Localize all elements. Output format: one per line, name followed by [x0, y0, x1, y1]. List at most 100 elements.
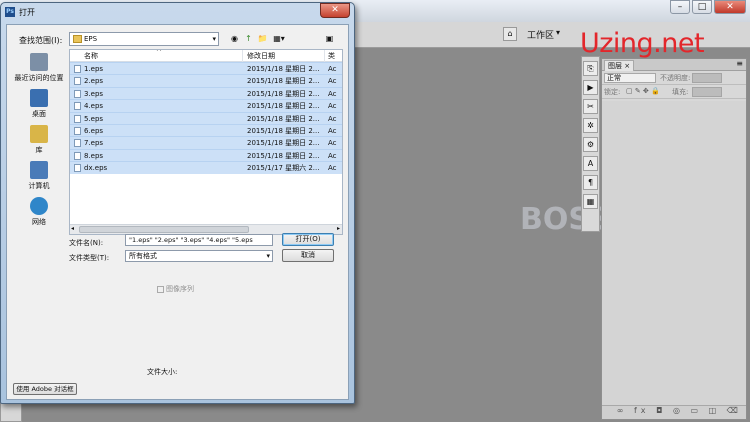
network-icon — [30, 197, 48, 215]
file-type: Ac — [328, 77, 337, 86]
maximize-button[interactable]: □ — [692, 0, 712, 14]
file-name: 6.eps — [84, 126, 104, 135]
layer-comps-icon[interactable]: ▦ — [583, 194, 598, 209]
lock-row: 锁定: ▢ ✎ ✥ 🔒 填充: — [602, 85, 746, 99]
cancel-button[interactable]: 取消 — [282, 249, 334, 262]
image-sequence-checkbox[interactable]: 图像序列 — [157, 284, 194, 294]
minimize-button[interactable]: – — [670, 0, 690, 14]
paragraph-icon[interactable]: ¶ — [583, 175, 598, 190]
new-folder-icon[interactable]: 📁 — [257, 33, 268, 44]
file-name: 5.eps — [84, 114, 104, 123]
column-date[interactable]: 修改日期 — [247, 51, 275, 61]
file-icon — [74, 164, 81, 173]
fill-input[interactable] — [692, 87, 722, 97]
chevron-down-icon[interactable]: ▾ — [556, 28, 560, 37]
file-row[interactable]: 3.eps 2015/1/18 星期日 2... Ac — [70, 86, 342, 100]
lock-icons[interactable]: ▢ ✎ ✥ 🔒 — [626, 87, 660, 95]
file-row[interactable]: dx.eps 2015/1/17 星期六 2... Ac — [70, 161, 342, 174]
file-name: dx.eps — [84, 164, 108, 173]
file-icon — [74, 151, 81, 160]
window-close-button[interactable]: ✕ — [714, 0, 746, 14]
sort-arrow-icon: ^ — [156, 49, 162, 56]
back-icon[interactable]: ◉ — [229, 33, 240, 44]
dialog-title-bar: Ps 打开 — [5, 5, 350, 21]
history-icon[interactable]: ⎘ — [583, 61, 598, 76]
column-name[interactable]: 名称 — [84, 51, 98, 61]
brushes-icon[interactable]: ✲ — [583, 118, 598, 133]
up-folder-icon[interactable]: ↑ — [243, 33, 254, 44]
opacity-label: 不透明度: — [660, 74, 691, 82]
view-menu-icon[interactable]: ▦▾ — [271, 33, 287, 44]
place-libraries[interactable]: 库 — [11, 125, 67, 155]
file-list-header: 名称 ^ 修改日期 类 — [70, 50, 342, 62]
file-icon — [74, 114, 81, 123]
filename-input[interactable]: "1.eps" "2.eps" "3.eps" "4.eps" "5.eps — [125, 234, 273, 246]
workspace-menu[interactable]: 工作区 — [527, 28, 554, 41]
filetype-label: 文件类型(T): — [69, 254, 110, 262]
layers-tabbar: 图层 × ≡ — [602, 59, 746, 71]
file-row[interactable]: 2.eps 2015/1/18 星期日 2... Ac — [70, 74, 342, 87]
panel-menu-icon[interactable]: ≡ — [736, 59, 743, 68]
character-icon[interactable]: A — [583, 156, 598, 171]
computer-icon — [30, 161, 48, 179]
place-desktop[interactable]: 桌面 — [11, 89, 67, 119]
file-icon — [74, 126, 81, 135]
panel-dock: ⎘ ▶ ✂ ✲ ⚙ A ¶ ▦ — [581, 56, 600, 232]
preview-icon[interactable]: ▣ — [324, 33, 335, 44]
opacity-input[interactable] — [692, 73, 722, 83]
file-row[interactable]: 6.eps 2015/1/18 星期日 2... Ac — [70, 123, 342, 137]
file-date: 2015/1/18 星期日 2... — [247, 65, 320, 73]
scroll-thumb[interactable] — [79, 226, 249, 233]
file-date: 2015/1/18 星期日 2... — [247, 151, 320, 160]
filetype-select[interactable]: 所有格式 ▾ — [125, 250, 273, 262]
file-date: 2015/1/18 星期日 2... — [247, 126, 320, 135]
file-date: 2015/1/18 星期日 2... — [247, 89, 320, 98]
desktop-icon — [30, 89, 48, 107]
actions-icon[interactable]: ▶ — [583, 80, 598, 95]
place-recent[interactable]: 最近访问的位置 — [11, 53, 67, 83]
place-label: 桌面 — [32, 110, 46, 118]
file-row[interactable]: 4.eps 2015/1/18 星期日 2... Ac — [70, 99, 342, 112]
file-type: Ac — [328, 139, 337, 148]
column-type[interactable]: 类 — [328, 51, 335, 61]
chevron-down-icon: ▾ — [212, 35, 216, 43]
tool-presets-icon[interactable]: ✂ — [583, 99, 598, 114]
place-computer[interactable]: 计算机 — [11, 161, 67, 191]
scroll-right-icon[interactable]: ▸ — [337, 225, 340, 232]
clone-source-icon[interactable]: ⚙ — [583, 137, 598, 152]
file-row[interactable]: 5.eps 2015/1/18 星期日 2... Ac — [70, 111, 342, 124]
file-row[interactable]: 7.eps 2015/1/18 星期日 2... Ac — [70, 136, 342, 149]
lock-label: 锁定: — [604, 88, 621, 96]
file-date: 2015/1/18 星期日 2... — [247, 139, 320, 148]
file-rows: 1.eps 2015/1/18 星期日 2... Ac 2.eps 2015/1/18 … — [70, 62, 342, 174]
file-name: 1.eps — [84, 65, 104, 73]
file-icon — [74, 139, 81, 148]
bridge-icon[interactable]: ⌂ — [503, 27, 517, 41]
scroll-left-icon[interactable]: ◂ — [71, 225, 74, 232]
column-divider[interactable] — [324, 50, 325, 62]
recent-places-icon — [30, 53, 48, 71]
dialog-body: 查找范围(I): EPS ▾ ◉ ↑ 📁 ▦▾ ▣ 最近访问的位置 桌面 库 计… — [6, 24, 349, 400]
file-icon — [74, 102, 81, 111]
file-name: 3.eps — [84, 89, 104, 98]
file-type: Ac — [328, 151, 337, 160]
dialog-close-button[interactable]: ✕ — [320, 3, 350, 18]
file-date: 2015/1/18 星期日 2... — [247, 77, 320, 86]
places-bar: 最近访问的位置 桌面 库 计算机 网络 — [11, 51, 67, 231]
file-row[interactable]: 8.eps 2015/1/18 星期日 2... Ac — [70, 148, 342, 162]
blend-mode-select[interactable]: 正常 — [604, 73, 656, 83]
file-type: Ac — [328, 114, 337, 123]
layers-footer-icons[interactable]: ∞ fx ◘ ◎ ▭ ◫ ⌫ — [602, 405, 746, 419]
tab-layers[interactable]: 图层 × — [604, 60, 635, 71]
chevron-down-icon: ▾ — [266, 252, 270, 260]
checkbox-box — [157, 285, 164, 293]
file-row[interactable]: 1.eps 2015/1/18 星期日 2... Ac — [70, 62, 342, 75]
file-icon — [74, 65, 81, 73]
place-network[interactable]: 网络 — [11, 197, 67, 227]
lookin-select[interactable]: EPS ▾ — [69, 32, 219, 46]
column-divider[interactable] — [242, 50, 243, 62]
open-button[interactable]: 打开(O) — [282, 233, 334, 246]
open-dialog: Ps 打开 ✕ 查找范围(I): EPS ▾ ◉ ↑ 📁 ▦▾ ▣ 最近访问的位… — [0, 2, 355, 404]
use-adobe-dialog-button[interactable]: 使用 Adobe 对话框 — [13, 383, 77, 395]
place-label: 库 — [35, 146, 43, 154]
